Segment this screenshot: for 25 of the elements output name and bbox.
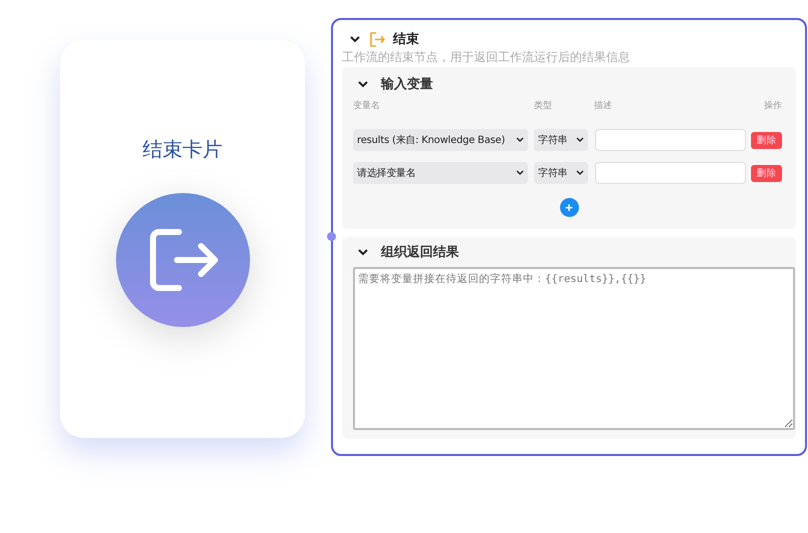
column-header: 操作: [764, 100, 782, 112]
caret-icon: [516, 137, 524, 143]
card-title: 结束卡片: [142, 136, 222, 163]
caret-icon: [576, 137, 584, 143]
exit-icon: [369, 32, 385, 46]
column-header: 类型: [534, 100, 553, 112]
column-header: 描述: [594, 100, 613, 112]
node-title: 结束: [393, 31, 419, 48]
description-field[interactable]: [595, 129, 746, 151]
type-select[interactable]: 字符串: [534, 162, 588, 184]
node-description: 工作流的结束节点，用于返回工作流运行后的结果信息: [342, 49, 631, 66]
description-field[interactable]: [595, 162, 746, 184]
variable-select[interactable]: results (来自: Knowledge Base): [353, 129, 528, 151]
column-header: 变量名: [353, 100, 381, 112]
connection-handle[interactable]: [327, 232, 336, 241]
type-select[interactable]: 字符串: [534, 129, 588, 151]
caret-icon: [516, 170, 524, 176]
chevron-icon[interactable]: [357, 248, 369, 256]
caret-icon: [576, 170, 584, 176]
section-title: 输入变量: [381, 76, 433, 93]
chevron-icon[interactable]: [349, 35, 361, 43]
chevron-icon[interactable]: [357, 80, 369, 88]
section-title: 组织返回结果: [381, 244, 459, 261]
result-template-field[interactable]: 需要将变量拼接在待返回的字符串中：{{results}},{{}}: [353, 267, 795, 430]
variable-select[interactable]: 请选择变量名: [353, 162, 528, 184]
